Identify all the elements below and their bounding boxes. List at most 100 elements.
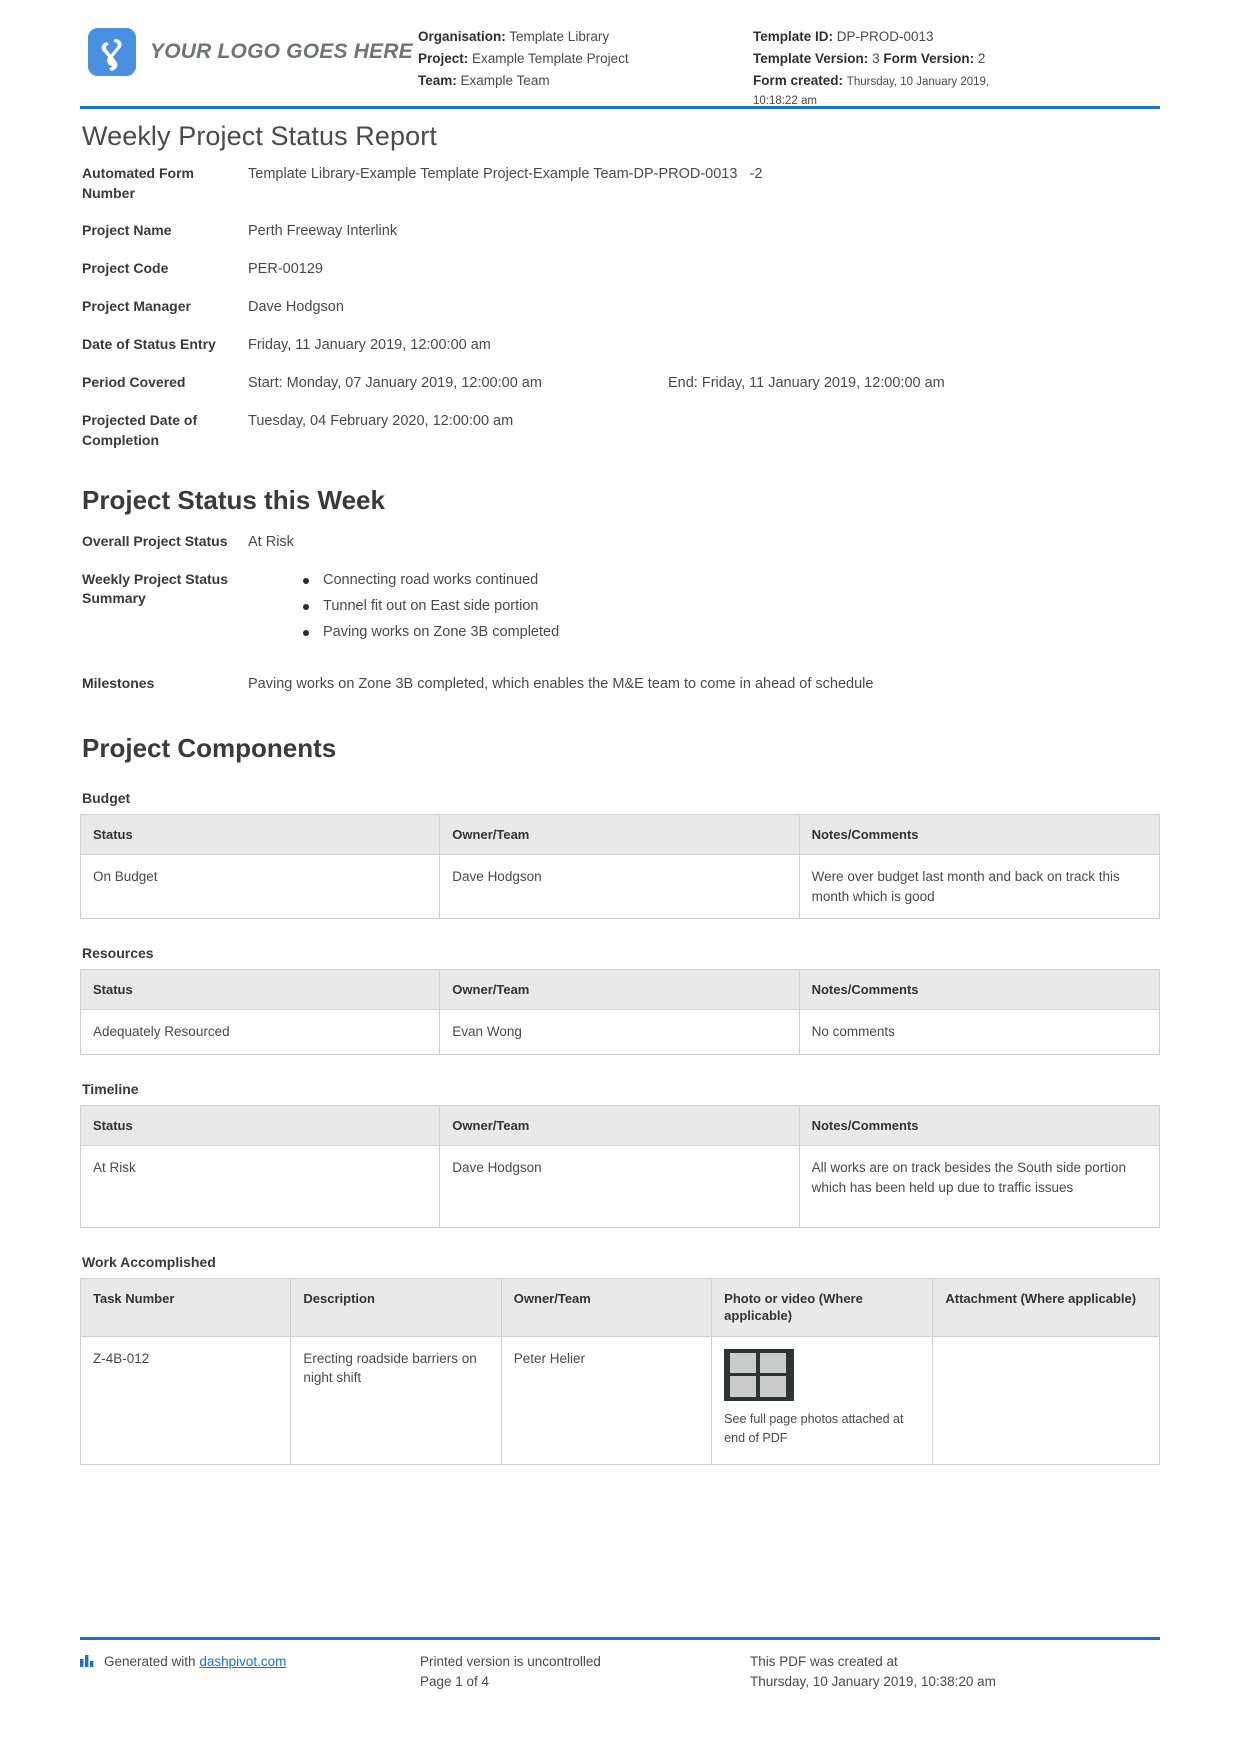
generated-with-text: Generated with — [104, 1653, 196, 1669]
created-label: This PDF was created at — [750, 1653, 898, 1669]
table-label-budget: Budget — [82, 789, 131, 806]
cell-owner: Peter Helier — [500, 1335, 713, 1465]
table-label-timeline: Timeline — [82, 1080, 139, 1097]
form-created-value: Thursday, 10 January 2019, — [846, 75, 990, 88]
project-value: Example Template Project — [472, 50, 629, 66]
cell-description: Erecting roadside barriers on night shif… — [290, 1335, 502, 1465]
field-label: Automated Form Number — [82, 165, 194, 201]
field-overall-status: Overall Project Status At Risk — [80, 532, 1160, 553]
column-header-notes: Notes/Comments — [798, 969, 1161, 1011]
field-project-manager: Project Manager Dave Hodgson — [80, 297, 1160, 318]
cell-status: On Budget — [79, 853, 441, 920]
template-version-value: 3 — [872, 50, 880, 66]
document-content: Weekly Project Status Report Automated F… — [0, 121, 1240, 1465]
cell-owner: Evan Wong — [439, 1009, 800, 1055]
photo-thumbnail[interactable] — [724, 1348, 795, 1401]
cell-notes: No comments — [798, 1009, 1161, 1055]
footer-created-info: This PDF was created at Thursday, 10 Jan… — [750, 1652, 1160, 1693]
cell-attachment — [932, 1335, 1160, 1465]
table-label-resources: Resources — [82, 945, 154, 962]
photo-caption: See full page photos attached at end of … — [724, 1411, 904, 1446]
table-header-row: Task Number Description Owner/Team Photo… — [79, 1278, 1160, 1337]
period-end: End: Friday, 11 January 2019, 12:00:00 a… — [668, 374, 945, 391]
header-meta-right: Template ID: DP-PROD-0013 Template Versi… — [753, 22, 1160, 110]
organisation-label: Organisation: — [418, 29, 506, 44]
template-id-line: Template ID: DP-PROD-0013 — [753, 26, 1160, 48]
template-id-value: DP-PROD-0013 — [836, 29, 934, 44]
period-start: Start: Monday, 07 January 2019, 12:00:00… — [248, 374, 542, 391]
dashpivot-link[interactable]: dashpivot.com — [199, 1652, 286, 1672]
cell-owner: Dave Hodgson — [439, 1145, 800, 1229]
cell-task-number: Z-4B-012 — [79, 1335, 292, 1465]
timeline-table: Status Owner/Team Notes/Comments At Risk… — [79, 1104, 1161, 1229]
document-header: YOUR LOGO GOES HERE Organisation: Templa… — [0, 0, 1240, 107]
list-item: Tunnel fit out on East side portion — [248, 596, 1160, 617]
section-heading-project-status: Project Status this Week — [82, 484, 385, 515]
table-row: On Budget Dave Hodgson Were over budget … — [79, 853, 1161, 920]
field-label: Project Code — [82, 259, 169, 276]
field-value: Perth Freeway Interlink — [248, 222, 398, 239]
team-line: Team: Example Team — [418, 70, 753, 92]
organisation-value: Template Library — [509, 29, 610, 44]
field-label: Project Manager — [82, 297, 191, 314]
field-value: Paving works on Zone 3B completed, which… — [248, 675, 874, 692]
column-header-status: Status — [79, 969, 441, 1011]
field-milestones: Milestones Paving works on Zone 3B compl… — [80, 674, 1160, 695]
company-logo-icon — [88, 28, 136, 76]
field-weekly-status-summary: Weekly Project Status Summary Connecting… — [80, 570, 1160, 648]
column-header-photo: Photo or video (Where applicable) — [711, 1278, 934, 1337]
work-accomplished-table: Task Number Description Owner/Team Photo… — [79, 1278, 1160, 1465]
field-value: Tuesday, 04 February 2020, 12:00:00 am — [248, 412, 514, 429]
document-page: YOUR LOGO GOES HERE Organisation: Templa… — [0, 0, 1240, 1754]
field-period-covered: Period Covered Start: Monday, 07 January… — [80, 373, 1160, 394]
column-header-owner: Owner/Team — [439, 1104, 800, 1147]
section-heading-project-components: Project Components — [82, 732, 337, 763]
form-created-line: Form created: Thursday, 10 January 2019, — [753, 70, 1160, 92]
field-label: Milestones — [82, 674, 155, 691]
logo-block: YOUR LOGO GOES HERE — [88, 22, 418, 76]
page-title: Weekly Project Status Report — [82, 121, 437, 151]
field-projected-completion: Projected Date of Completion Tuesday, 04… — [80, 411, 1160, 451]
column-header-status: Status — [79, 1104, 441, 1147]
table-label-work-accomplished: Work Accomplished — [82, 1254, 216, 1271]
field-value: Dave Hodgson — [248, 298, 344, 315]
field-value: PER-00129 — [248, 260, 323, 277]
logo-text: YOUR LOGO GOES HERE — [150, 40, 413, 63]
cell-notes: All works are on track besides the South… — [798, 1145, 1161, 1229]
field-value: Template Library-Example Template Projec… — [248, 164, 1160, 185]
created-datetime: Thursday, 10 January 2019, 10:38:20 am — [750, 1673, 996, 1689]
team-value: Example Team — [460, 72, 550, 88]
team-label: Team: — [418, 72, 457, 88]
uncontrolled-text: Printed version is uncontrolled — [420, 1653, 601, 1669]
field-label: Date of Status Entry — [82, 335, 216, 352]
column-header-owner: Owner/Team — [439, 969, 800, 1011]
column-header-notes: Notes/Comments — [798, 1104, 1161, 1147]
form-created-label: Form created: — [753, 72, 844, 88]
table-row: Z-4B-012 Erecting roadside barriers on n… — [79, 1335, 1160, 1465]
field-project-name: Project Name Perth Freeway Interlink — [80, 221, 1160, 242]
field-label: Overall Project Status — [82, 532, 228, 549]
template-id-label: Template ID: — [753, 29, 834, 44]
column-header-status: Status — [79, 813, 441, 855]
field-value: At Risk — [248, 533, 294, 550]
column-header-description: Description — [290, 1278, 502, 1337]
organisation-line: Organisation: Template Library — [418, 26, 753, 48]
list-item: Paving works on Zone 3B completed — [248, 622, 1160, 643]
cell-notes: Were over budget last month and back on … — [798, 853, 1161, 920]
field-project-code: Project Code PER-00129 — [80, 259, 1160, 280]
list-item: Connecting road works continued — [248, 570, 1160, 591]
budget-table: Status Owner/Team Notes/Comments On Budg… — [79, 813, 1161, 920]
project-line: Project: Example Template Project — [418, 48, 753, 70]
form-number-suffix: -2 — [749, 166, 763, 182]
header-meta-left: Organisation: Template Library Project: … — [418, 22, 753, 92]
column-header-attachment: Attachment (Where applicable) — [932, 1278, 1160, 1337]
column-header-task-number: Task Number — [79, 1278, 292, 1337]
table-header-row: Status Owner/Team Notes/Comments — [79, 813, 1161, 855]
footer-print-status: Printed version is uncontrolled Page 1 o… — [420, 1652, 750, 1693]
table-header-row: Status Owner/Team Notes/Comments — [79, 969, 1161, 1011]
table-row: At Risk Dave Hodgson All works are on tr… — [79, 1145, 1161, 1229]
field-date-of-status-entry: Date of Status Entry Friday, 11 January … — [80, 335, 1160, 356]
field-label: Weekly Project Status Summary — [82, 570, 229, 607]
field-value: Connecting road works continued Tunnel f… — [248, 570, 1160, 648]
form-version-value: 2 — [977, 50, 986, 66]
